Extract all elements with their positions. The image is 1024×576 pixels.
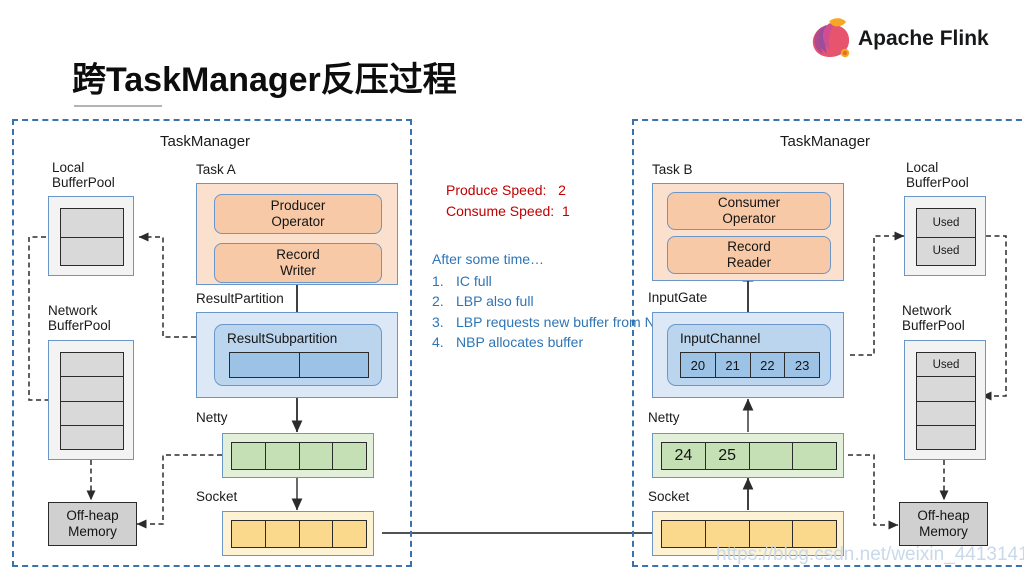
result-subpartition: ResultSubpartition [214,324,382,386]
left-socket-cells [231,520,367,548]
consumer-operator-line2: Operator [722,211,776,226]
pool-cell [61,209,123,238]
speed-annotation: Produce Speed: 2 Consume Speed: 1 [446,182,570,219]
consumer-operator-box: Consumer Operator [667,192,831,230]
offheap-line2: Memory [919,524,968,539]
input-channel-title: InputChannel [680,331,761,346]
left-local-bufferpool [48,196,134,276]
buffer-cell: 23 [794,357,810,373]
pool-cell [917,402,975,426]
result-subpartition-cells [229,352,369,378]
left-network-bufferpool [48,340,134,460]
right-task-caption: Task B [652,162,693,177]
right-local-bufferpool-caption: Local BufferPool [906,160,969,190]
socket-cell [265,521,300,547]
buffer-cell: 20 [681,353,716,377]
pool-cell [61,238,123,266]
right-offheap-memory: Off-heap Memory [899,502,988,546]
netty-cell [265,443,300,469]
offheap-line2: Memory [68,524,117,539]
socket-cell [333,521,366,547]
netty-cell [333,443,366,469]
result-partition: ResultSubpartition [196,312,398,398]
right-network-bufferpool-caption: Network BufferPool [902,303,965,333]
right-netty: 24 25 [652,433,844,478]
right-local-bufferpool-cells: Used Used [916,208,976,266]
note-number: 4. [432,334,444,350]
netty-cell: 25 [705,443,750,469]
right-task-b: Consumer Operator Record Reader [652,183,844,281]
brand-wordmark: Apache Flink [858,27,989,50]
right-network-bufferpool: Used [904,340,986,460]
consumer-operator-line1: Consumer [717,195,781,210]
result-partition-caption: ResultPartition [196,291,284,306]
left-netty-caption: Netty [196,410,228,425]
record-writer-line1: Record [276,247,320,262]
note-number: 1. [432,272,444,289]
input-gate-caption: InputGate [648,290,708,305]
pool-cell [917,377,975,402]
left-network-bufferpool-cells [60,352,124,450]
left-socket-caption: Socket [196,489,238,504]
left-netty [222,433,374,478]
note-number: 3. [432,313,444,330]
input-channel-cells: 20 21 22 23 [680,352,820,378]
right-network-bufferpool-cells: Used [916,352,976,450]
record-reader-box: Record Reader [667,236,831,274]
pool-cell: Used [932,245,960,258]
result-subpartition-title: ResultSubpartition [227,331,338,346]
note-number: 2. [432,293,444,309]
netty-cell [299,443,334,469]
pool-cell: Used [917,353,975,378]
record-reader-line2: Reader [726,255,772,270]
left-task-caption: Task A [196,162,236,177]
pool-cell [61,426,123,449]
netty-cell [793,443,836,469]
left-network-bufferpool-caption: Network BufferPool [48,303,111,333]
socket-cell [232,521,266,547]
input-channel: InputChannel 20 21 22 23 [667,324,831,386]
socket-cell [662,521,706,547]
left-local-bufferpool-cells [60,208,124,266]
pool-cell [61,353,123,378]
left-offheap-memory: Off-heap Memory [48,502,137,546]
pool-cell [61,377,123,402]
record-writer-box: Record Writer [214,243,382,283]
left-taskmanager-title: TaskManager [160,133,251,150]
buffer-cell: 22 [751,353,786,377]
producer-operator-line1: Producer [270,198,326,213]
pool-cell [917,426,975,449]
producer-operator-box: Producer Operator [214,194,382,234]
netty-cell [232,443,266,469]
pool-cell: Used [917,209,975,238]
right-local-bufferpool: Used Used [904,196,986,276]
left-local-bufferpool-caption: Local BufferPool [52,160,115,190]
socket-cell [299,521,334,547]
page-title: 跨TaskManager反压过程 [72,61,457,99]
record-reader-line1: Record [727,239,771,254]
producer-operator-line2: Operator [271,214,325,229]
pool-cell [61,402,123,426]
left-socket [222,511,374,556]
left-netty-cells [231,442,367,470]
record-writer-line2: Writer [280,263,316,278]
netty-cell [749,443,794,469]
right-netty-cells: 24 25 [661,442,837,470]
input-gate: InputChannel 20 21 22 23 [652,312,844,398]
buffer-cell [300,353,369,377]
source-watermark: https://blog.csdn.net/weixin_44131414 [716,544,1024,565]
right-netty-caption: Netty [648,410,680,425]
offheap-line1: Off-heap [917,508,970,523]
offheap-line1: Off-heap [66,508,119,523]
left-task-a: Producer Operator Record Writer [196,183,398,285]
netty-cell: 24 [662,443,706,469]
title-underline-rule [74,105,162,107]
right-taskmanager-title: TaskManager [780,133,871,150]
buffer-cell [230,353,300,377]
buffer-cell: 21 [716,353,751,377]
right-socket-caption: Socket [648,489,690,504]
